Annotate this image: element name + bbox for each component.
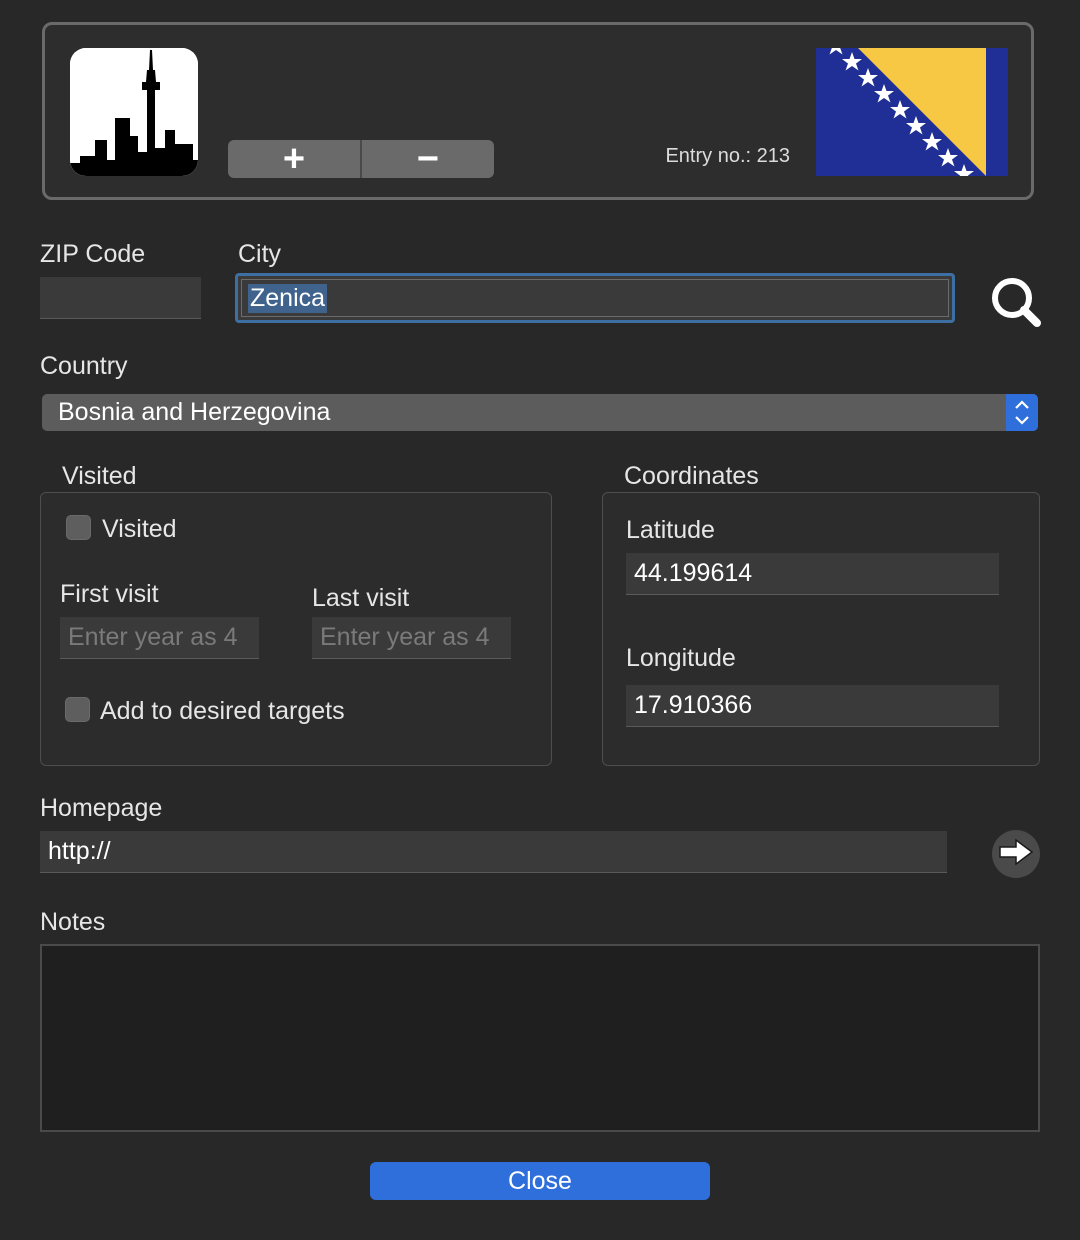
city-value: Zenica (248, 283, 328, 313)
longitude-field[interactable]: 17.910366 (626, 685, 999, 727)
close-button[interactable]: Close (370, 1162, 710, 1200)
notes-textarea[interactable] (40, 944, 1040, 1132)
zip-code-label: ZIP Code (40, 240, 146, 268)
city-field[interactable]: Zenica (235, 273, 955, 323)
notes-label: Notes (40, 908, 106, 936)
desired-targets-checkbox[interactable] (65, 697, 90, 722)
latitude-field[interactable]: 44.199614 (626, 553, 999, 595)
bosnia-flag-icon (816, 48, 1008, 176)
first-visit-field[interactable]: Enter year as 4 (60, 617, 259, 659)
add-button[interactable]: + (228, 140, 360, 178)
add-remove-segmented-control: + − (228, 140, 494, 178)
visited-checkbox-label: Visited (102, 515, 177, 543)
arrow-right-icon (998, 838, 1034, 870)
search-icon[interactable] (988, 274, 1044, 330)
first-visit-label: First visit (60, 580, 159, 608)
open-homepage-button[interactable] (992, 830, 1040, 878)
city-label: City (238, 240, 282, 268)
city-skyline-icon (70, 48, 198, 176)
remove-button[interactable]: − (362, 140, 494, 178)
visited-group-label: Visited (62, 462, 137, 490)
homepage-field[interactable]: http:// (40, 831, 947, 873)
country-label: Country (40, 352, 128, 380)
zip-code-field[interactable] (40, 277, 201, 319)
longitude-label: Longitude (626, 644, 736, 672)
country-select[interactable]: Bosnia and Herzegovina (42, 394, 1038, 431)
country-value: Bosnia and Herzegovina (58, 398, 331, 426)
entry-number-label: Entry no.: 213 (665, 145, 790, 167)
coordinates-group-label: Coordinates (624, 462, 759, 490)
chevron-up-down-icon (1006, 394, 1038, 431)
desired-targets-label: Add to desired targets (100, 697, 345, 725)
visited-checkbox[interactable] (66, 515, 91, 540)
homepage-label: Homepage (40, 794, 163, 822)
last-visit-field[interactable]: Enter year as 4 (312, 617, 511, 659)
latitude-label: Latitude (626, 516, 715, 544)
last-visit-label: Last visit (312, 584, 410, 612)
